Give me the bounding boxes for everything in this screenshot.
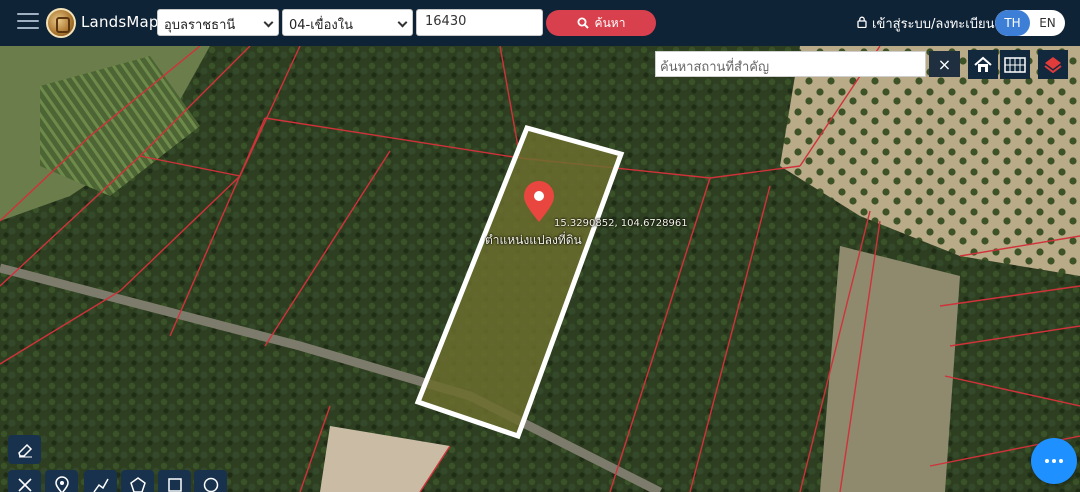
- top-bar: LandsMaps อุบลราชธานี 04-เขื่องใน 16430 …: [0, 0, 1080, 46]
- pin-icon: [54, 475, 69, 492]
- lang-en-button[interactable]: EN: [1030, 10, 1065, 36]
- district-select[interactable]: 04-เขื่องใน: [282, 9, 413, 36]
- chevron-down-icon: [397, 17, 408, 28]
- grid-button[interactable]: [1000, 50, 1030, 79]
- more-dot-icon: [1045, 459, 1049, 463]
- polygon-tool[interactable]: [121, 470, 154, 492]
- measure-icon: [17, 477, 32, 492]
- close-icon: ×: [937, 54, 952, 74]
- circle-icon: [203, 477, 218, 492]
- more-dot-icon: [1059, 459, 1063, 463]
- province-value: อุบลราชธานี: [164, 18, 236, 33]
- rectangle-icon: [167, 477, 182, 492]
- pin-tool[interactable]: [45, 470, 78, 492]
- login-link[interactable]: เข้าสู่ระบบ/ลงทะเบียน: [857, 13, 994, 34]
- polygon-icon: [129, 476, 146, 492]
- brand-title: LandsMaps: [81, 13, 167, 31]
- line-icon: [92, 478, 109, 492]
- menu-icon[interactable]: [17, 13, 39, 31]
- search-button-label: ค้นหา: [594, 15, 626, 30]
- lock-icon: [857, 16, 867, 32]
- home-button[interactable]: [968, 50, 998, 79]
- clear-search-button[interactable]: ×: [929, 51, 960, 77]
- lang-th-button[interactable]: TH: [995, 10, 1030, 36]
- search-icon: [577, 17, 589, 29]
- eraser-tool[interactable]: [8, 435, 41, 464]
- more-dot-icon: [1052, 459, 1056, 463]
- language-toggle: TH EN: [995, 10, 1065, 36]
- search-button[interactable]: ค้นหา: [546, 10, 656, 36]
- logo-icon: [46, 8, 76, 38]
- eraser-icon: [17, 443, 32, 457]
- more-options-button[interactable]: [1031, 438, 1077, 484]
- login-label: เข้าสู่ระบบ/ลงทะเบียน: [872, 17, 995, 32]
- home-icon: [974, 56, 992, 72]
- line-tool[interactable]: [84, 470, 117, 492]
- map-view[interactable]: 15.3290852, 104.6728961 ตำแหน่งแปลงที่ดิ…: [0, 46, 1080, 492]
- coordinate-readout: 15.3290852, 104.6728961: [554, 218, 688, 229]
- grid-icon: [1004, 56, 1026, 73]
- layers-button[interactable]: [1038, 50, 1068, 79]
- place-search-input[interactable]: ค้นหาสถานที่สำคัญ: [655, 51, 926, 77]
- chevron-down-icon: [263, 17, 274, 28]
- province-select[interactable]: อุบลราชธานี: [157, 9, 279, 36]
- district-value: 04-เขื่องใน: [289, 18, 353, 33]
- rectangle-tool[interactable]: [158, 470, 191, 492]
- measure-tool[interactable]: [8, 470, 41, 492]
- satellite-imagery: [0, 46, 1080, 492]
- circle-tool[interactable]: [194, 470, 227, 492]
- layers-icon: [1044, 56, 1062, 73]
- parcel-location-label: ตำแหน่งแปลงที่ดิน: [485, 233, 582, 247]
- parcel-number-input[interactable]: 16430: [416, 9, 543, 36]
